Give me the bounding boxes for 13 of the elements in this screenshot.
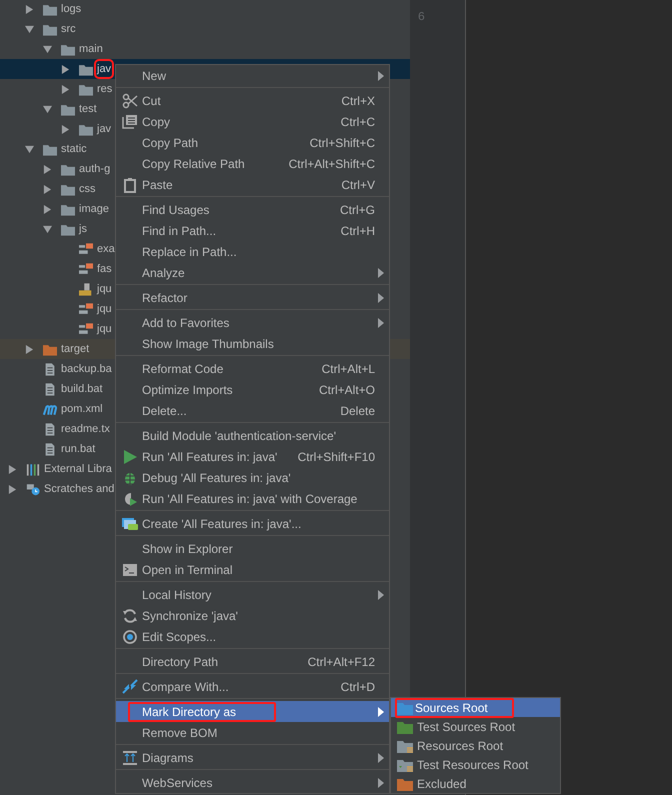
shortcut-text: Ctrl+Alt+Shift+C	[288, 156, 375, 172]
shortcut-text: Ctrl+C	[340, 114, 375, 130]
shortcut-text: Ctrl+H	[340, 222, 375, 240]
shortcut-text: Delete	[339, 402, 375, 420]
shortcut-text: Ctrl+Shift+C	[308, 134, 375, 152]
shortcut-text: Ctrl+Alt+L	[320, 360, 375, 378]
shortcut-text: Ctrl+Shift+F10	[296, 448, 375, 466]
shortcut-text: Ctrl+Alt+O	[318, 382, 375, 398]
shortcut-text: Ctrl+V	[340, 176, 375, 194]
shortcut-text: Ctrl+Alt+F12	[306, 654, 375, 670]
shortcut-text: Ctrl+G	[338, 202, 375, 218]
shortcut-text: Ctrl+X	[340, 92, 375, 110]
shortcut-text: Ctrl+D	[340, 678, 375, 696]
